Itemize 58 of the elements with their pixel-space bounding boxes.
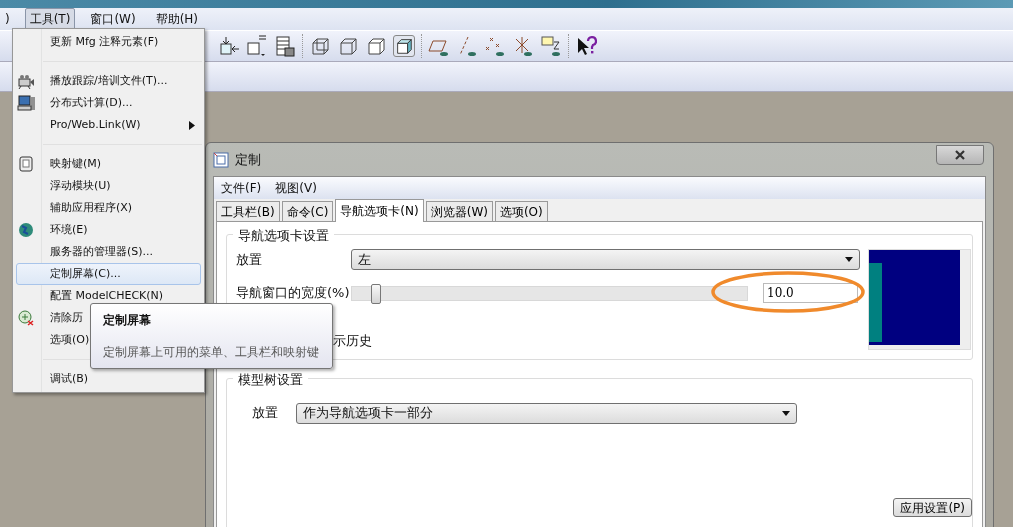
- menu-item[interactable]: 窗口(W): [85, 8, 141, 30]
- slider-thumb[interactable]: [371, 283, 382, 304]
- menu-item[interactable]: 调试(B): [16, 368, 201, 390]
- caret-icon: [782, 410, 790, 416]
- menu-item[interactable]: 文件(F): [221, 179, 262, 197]
- tab[interactable]: 选项(O): [494, 201, 548, 221]
- menu-item[interactable]: 映射键(M): [16, 153, 201, 175]
- menu-item[interactable]: 环境(E): [16, 219, 201, 241]
- close-button[interactable]: [936, 145, 984, 165]
- shaded-cube-icon[interactable]: [393, 35, 415, 57]
- box-text-icon[interactable]: [246, 35, 268, 57]
- table-icon[interactable]: [274, 35, 296, 57]
- menu-item[interactable]: ): [0, 8, 15, 30]
- menu-item[interactable]: 工具(T): [24, 8, 76, 30]
- dropdown-value: 作为导航选项卡一部分: [303, 404, 433, 423]
- window-title: 定制: [235, 150, 261, 169]
- help-cursor-icon[interactable]: [575, 35, 597, 57]
- menu-item[interactable]: 定制屏幕(C)...: [16, 263, 201, 285]
- cube-icon[interactable]: [337, 35, 359, 57]
- menu-item[interactable]: 播放跟踪/培训文件(T)...: [16, 70, 201, 92]
- menu-item[interactable]: 服务器的管理器(S)...: [16, 241, 201, 263]
- caret-icon: [845, 257, 853, 262]
- menu-item[interactable]: 浮动模块(U): [16, 175, 201, 197]
- cube-icon[interactable]: [365, 35, 387, 57]
- tooltip-text: 定制屏幕上可用的菜单、工具栏和映射键: [103, 344, 320, 361]
- computer-icon: [17, 95, 35, 111]
- field-label: 放置: [236, 250, 263, 269]
- tab[interactable]: 命令(C): [281, 201, 334, 221]
- field-label: 放置: [252, 404, 279, 423]
- dropdown[interactable]: 作为导航选项卡一部分: [296, 402, 797, 424]
- menu-item[interactable]: 辅助应用程序(X): [16, 197, 201, 219]
- close-icon: [955, 150, 965, 160]
- checkbox-label[interactable]: 示历史: [333, 331, 372, 351]
- box-arrow-icon[interactable]: [218, 35, 240, 57]
- menu-item[interactable]: 分布式计算(D)...: [16, 92, 201, 114]
- menu-item[interactable]: 配置 ModelCHECK(N): [16, 285, 201, 307]
- wireframe-cube-icon[interactable]: [309, 35, 331, 57]
- points-eye-icon[interactable]: [484, 35, 506, 57]
- dropdown-value: 左: [358, 250, 371, 269]
- input-field[interactable]: 10.0: [763, 283, 858, 303]
- eraser-icon: [17, 310, 35, 326]
- tab[interactable]: 浏览器(W): [425, 201, 493, 221]
- keyboard-key-icon: [17, 156, 35, 172]
- menu-item[interactable]: Pro/Web.Link(W): [16, 114, 201, 136]
- submenu-arrow-icon: [189, 121, 195, 130]
- globe-icon: [17, 222, 35, 238]
- tooltip-title: 定制屏幕: [103, 312, 152, 329]
- menu-item[interactable]: 更新 Mfg 注释元素(F): [16, 31, 201, 53]
- menu-item[interactable]: 视图(V): [275, 179, 317, 197]
- field-label: 导航窗口的宽度(%): [236, 284, 351, 303]
- tab[interactable]: 工具栏(B): [216, 201, 280, 221]
- apply-button[interactable]: 应用设置(P): [893, 498, 972, 517]
- dropdown[interactable]: 左: [351, 249, 860, 270]
- tab[interactable]: 导航选项卡(N): [335, 199, 424, 222]
- window-icon: [213, 151, 229, 168]
- note-eye-icon[interactable]: [540, 35, 562, 57]
- menu-item[interactable]: 帮助(H): [150, 8, 203, 30]
- video-camera-icon: [17, 73, 35, 89]
